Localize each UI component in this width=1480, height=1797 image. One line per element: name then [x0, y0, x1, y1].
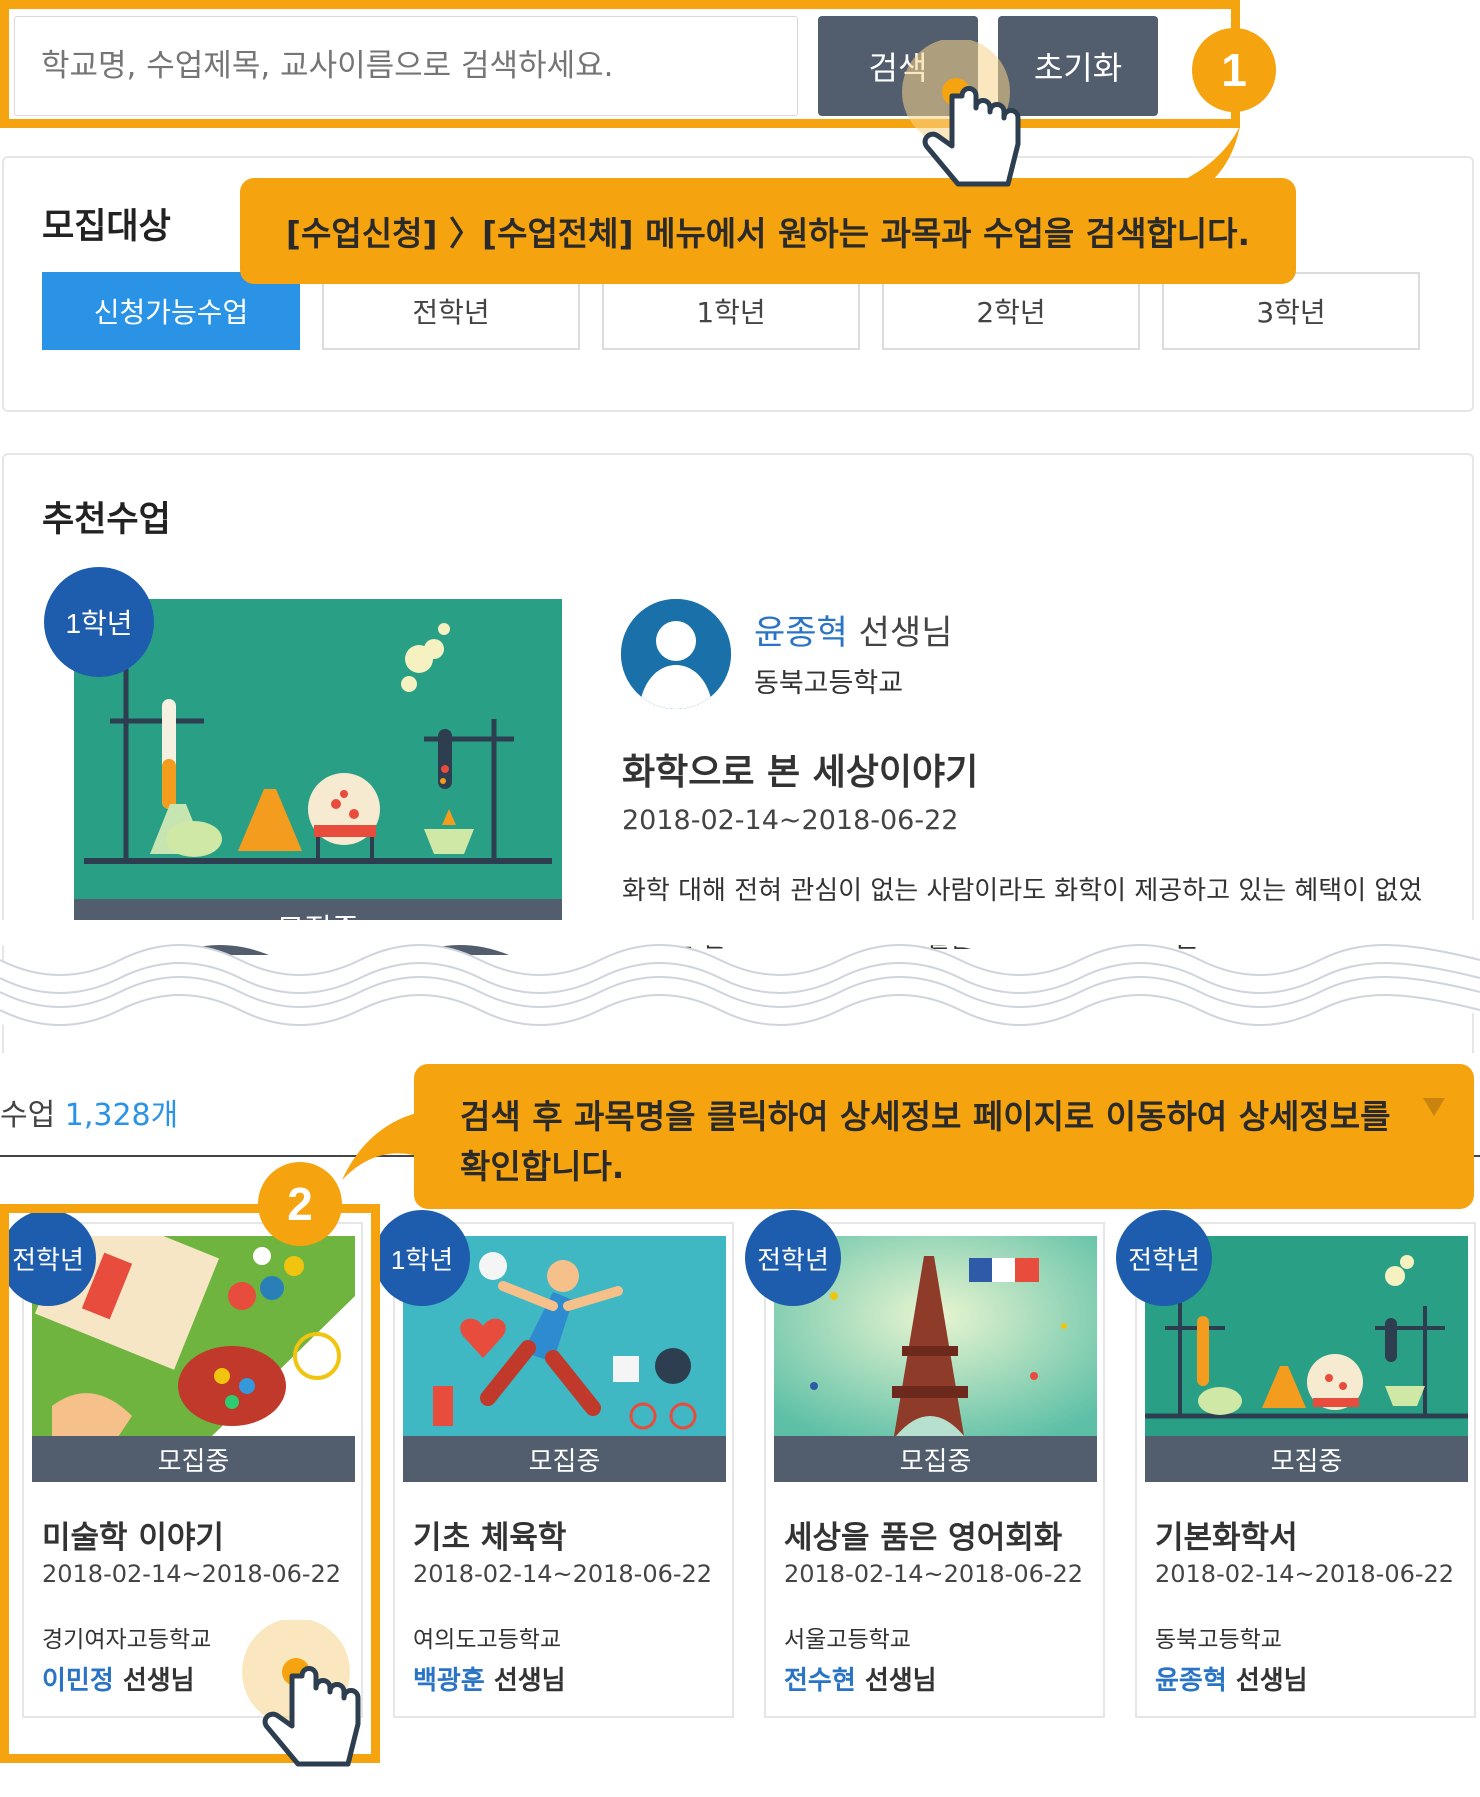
card-teacher-suffix: 선생님 — [484, 1666, 566, 1696]
card-grade-badge: 전학년 — [1116, 1210, 1212, 1306]
card-teacher-name: 전수현 — [784, 1666, 856, 1696]
recommended-title: 추천수업 — [42, 500, 171, 540]
recommended-course-title[interactable]: 화학으로 본 세상이야기 — [622, 743, 978, 795]
card-date: 2018-02-14~2018-06-22 — [413, 1560, 713, 1588]
recommended-date: 2018-02-14~2018-06-22 — [622, 805, 959, 836]
card-teacher-name: 백광훈 — [413, 1666, 485, 1696]
card-teacher-suffix: 선생님 — [855, 1666, 937, 1696]
card-status-bar: 모집중 — [774, 1436, 1097, 1482]
pointer-hand-icon — [242, 1620, 361, 1767]
pointer-hand-icon — [902, 40, 1021, 187]
count-prefix: 수업 — [0, 1098, 65, 1133]
card-date: 2018-02-14~2018-06-22 — [1155, 1560, 1455, 1588]
card-school: 동북고등학교 — [1155, 1627, 1282, 1653]
card-status-bar: 모집중 — [1145, 1436, 1468, 1482]
card-date: 2018-02-14~2018-06-22 — [784, 1560, 1084, 1588]
dropdown-arrow-icon — [1423, 1098, 1445, 1116]
card-teacher-name: 윤종혁 — [1155, 1666, 1227, 1696]
count-value: 1,328개 — [64, 1098, 179, 1133]
user-avatar-icon — [621, 599, 731, 709]
target-panel-title: 모집대상 — [42, 207, 171, 247]
card-course-title[interactable]: 세상을 품은 영어회화 — [784, 1512, 1062, 1557]
guide-callout-search: [수업신청] 〉[수업전체] 메뉴에서 원하는 과목과 수업을 검색합니다. — [240, 178, 1296, 284]
teacher-name-text: 윤종혁 — [754, 613, 848, 653]
card-school: 여의도고등학교 — [413, 1627, 562, 1653]
search-input[interactable] — [14, 16, 798, 116]
card-course-title[interactable]: 기초 체육학 — [413, 1512, 566, 1557]
card-grade-badge: 1학년 — [374, 1210, 470, 1306]
guide-callout-detail: 검색 후 과목명을 클릭하여 상세정보 페이지로 이동하여 상세정보를 확인합니… — [414, 1064, 1474, 1209]
card-status-bar: 모집중 — [403, 1436, 726, 1482]
card-course-title[interactable]: 기본화학서 — [1155, 1512, 1298, 1557]
recommended-grade-badge: 1학년 — [44, 567, 154, 677]
step-badge-1: 1 — [1192, 28, 1276, 112]
wave-separator — [0, 920, 1480, 1026]
card-school: 서울고등학교 — [784, 1627, 911, 1653]
step-badge-2: 2 — [258, 1162, 342, 1246]
card-teacher[interactable]: 전수현 선생님 — [784, 1660, 937, 1697]
card-teacher[interactable]: 백광훈 선생님 — [413, 1660, 566, 1697]
recommended-school: 동북고등학교 — [754, 668, 904, 699]
card-grade-badge: 전학년 — [745, 1210, 841, 1306]
course-count: 수업 1,328개 — [0, 1090, 178, 1134]
recommended-teacher-name[interactable]: 윤종혁 선생님 — [754, 605, 953, 654]
teacher-suffix: 선생님 — [847, 613, 953, 653]
card-teacher-suffix: 선생님 — [1226, 1666, 1308, 1696]
card-teacher[interactable]: 윤종혁 선생님 — [1155, 1660, 1308, 1697]
